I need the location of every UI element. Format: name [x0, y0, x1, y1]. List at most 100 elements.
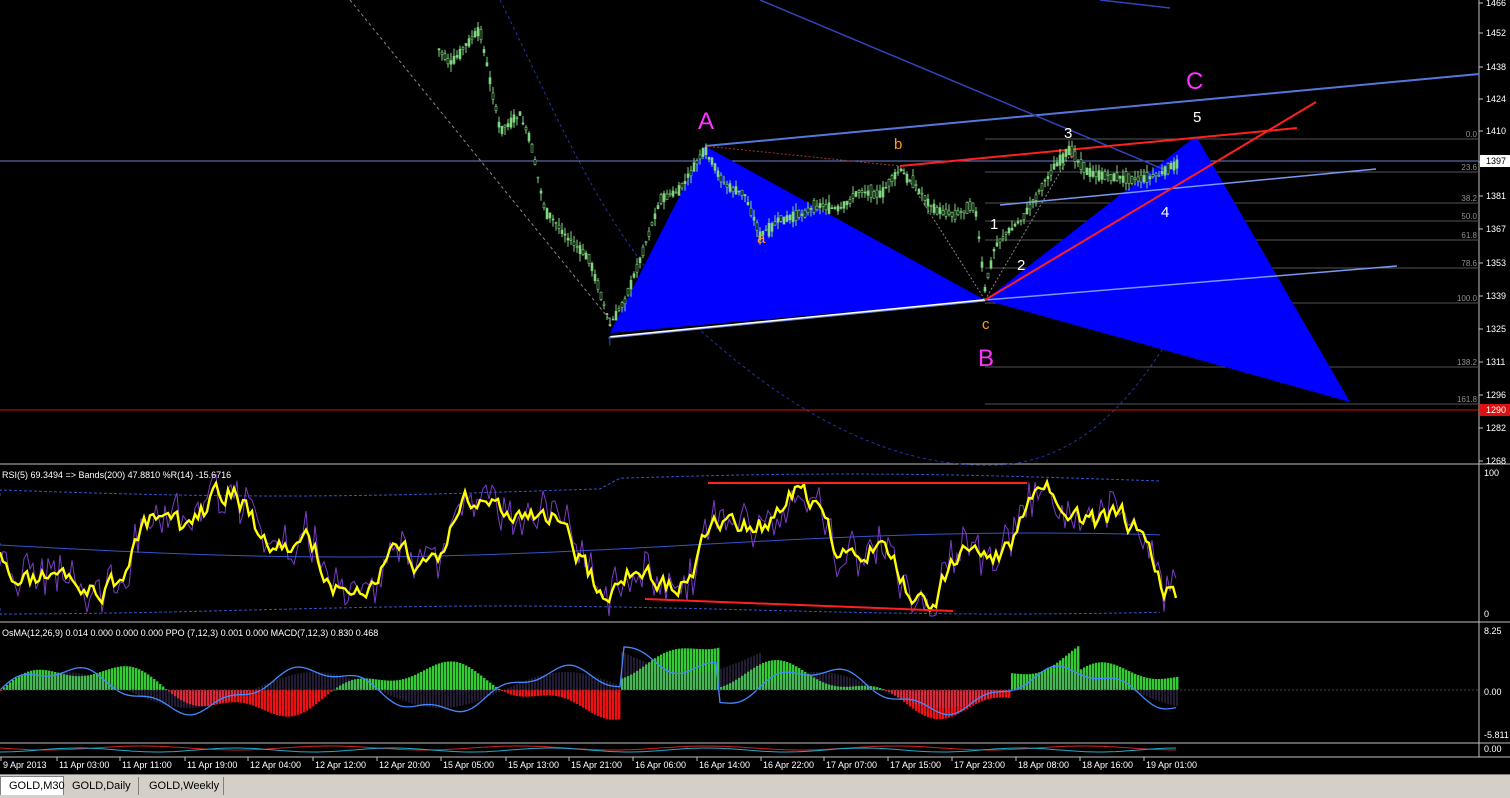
candle-body [1043, 179, 1047, 182]
osma-bar [429, 667, 432, 690]
osma-bar [597, 690, 600, 717]
osma-bar [144, 672, 147, 690]
candle-body [1103, 171, 1107, 180]
tab-gold-m30[interactable]: GOLD,M30 [0, 776, 65, 795]
candle-body [1175, 159, 1179, 169]
candle-body [524, 127, 528, 131]
osma-bar [1167, 678, 1170, 690]
osma-bar [291, 690, 294, 717]
candle-body [674, 191, 678, 194]
chart-canvas[interactable]: 0.0 23.6 38.2 50.0 61.8 78.6 100.0 138.2 161.8 ↑ ↓… [0, 0, 1510, 774]
candle-body [842, 201, 846, 209]
candle-body [482, 49, 486, 53]
osma-bar [612, 690, 615, 720]
osma-bar [258, 690, 261, 708]
candle-body [539, 190, 543, 194]
candle-body [860, 190, 864, 193]
candle-body [887, 179, 891, 187]
candle-body [800, 213, 804, 216]
candle-body [1133, 177, 1137, 180]
fib-label: 61.8 [1461, 231, 1477, 240]
fib-label: 23.6 [1461, 163, 1477, 172]
candle-body [476, 27, 480, 37]
candle-body [596, 280, 600, 290]
candle-body [1118, 175, 1122, 179]
candle-body [818, 203, 822, 209]
candle-body [614, 310, 618, 321]
fib-label: 38.2 [1461, 194, 1477, 203]
price-tick-label: 1353 [1486, 258, 1506, 268]
candle-body [527, 132, 531, 142]
price-axis: 1466 1452 1438 1424 1410 1397 1381 1367 1353 1339… [1479, 0, 1510, 466]
candle-body [653, 213, 657, 220]
time-tick-label: 18 Apr 08:00 [1018, 760, 1069, 770]
osma-bar [399, 679, 402, 690]
candle-body [617, 308, 621, 311]
osma-bar [135, 668, 138, 690]
fib-label: 100.0 [1457, 294, 1478, 303]
osma-bar [309, 690, 312, 709]
candle-body [989, 260, 993, 269]
osma-bar [579, 690, 582, 706]
candle-body [1097, 170, 1101, 181]
wave-label-C: C [1186, 68, 1203, 95]
osma-bar [264, 690, 267, 711]
tab-gold-daily[interactable]: GOLD,Daily [64, 777, 139, 795]
osma-bar [1170, 677, 1173, 690]
osma-bar [1155, 678, 1158, 690]
candle-body [518, 111, 522, 116]
time-axis: 9 Apr 2013 11 Apr 03:00 11 Apr 11:00 11 Apr… [0, 757, 1197, 770]
osma-bar [267, 690, 270, 712]
candle-body [1106, 173, 1110, 176]
osma-bar [507, 690, 510, 694]
candle-body [512, 114, 516, 123]
candle-body [863, 191, 867, 194]
osma-bar [1143, 677, 1146, 690]
candle-body [962, 210, 966, 214]
price-tick-label: 1424 [1486, 94, 1506, 104]
osma-bar [408, 677, 411, 690]
candle-body [632, 273, 636, 278]
candle-body [587, 254, 591, 264]
candle-body [947, 210, 951, 215]
osma-bar [603, 690, 606, 719]
tab-gold-weekly[interactable]: GOLD,Weekly [141, 777, 224, 795]
candle-body [1076, 160, 1080, 163]
candle-body [689, 170, 693, 177]
osma-bar [270, 690, 273, 713]
candle-body [1100, 171, 1104, 180]
osma-bar [453, 661, 456, 690]
osma-bar [462, 664, 465, 690]
macd-axis-bottom: -5.811 [1484, 730, 1509, 740]
candle-body [785, 215, 789, 222]
candle-body [551, 218, 555, 221]
time-tick-label: 15 Apr 21:00 [571, 760, 622, 770]
candle-body [905, 173, 909, 183]
candle-body [788, 214, 792, 221]
macd-panel[interactable] [0, 646, 1478, 720]
candle-body [491, 92, 495, 100]
fib-label: 50.0 [1461, 212, 1477, 221]
osma-bar [381, 680, 384, 690]
candle-body [1010, 227, 1014, 231]
candle-body [701, 148, 705, 157]
candle-body [809, 208, 813, 210]
price-tick-label: 1282 [1486, 423, 1506, 433]
candle-body [593, 274, 597, 281]
rsi-panel[interactable] [0, 473, 1178, 617]
candle-body [686, 173, 690, 178]
candle-body [1001, 236, 1005, 240]
candle-body [677, 185, 681, 196]
candle-body [572, 241, 576, 246]
osma-bar [156, 681, 159, 690]
candle-body [719, 174, 723, 183]
candle-body [488, 77, 492, 85]
candle-body [776, 217, 780, 223]
candle-body [560, 229, 564, 234]
candle-body [734, 186, 738, 195]
osma-bar [549, 690, 552, 696]
candle-body [626, 288, 630, 296]
candle-body [443, 53, 447, 60]
osma-bar [444, 661, 447, 690]
osma-bar [582, 690, 585, 708]
